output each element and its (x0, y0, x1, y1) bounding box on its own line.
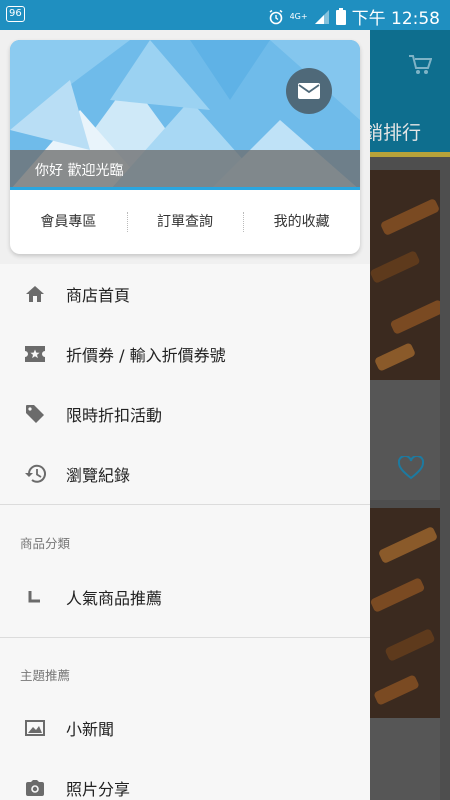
menu-item-label: 小新聞 (66, 720, 115, 739)
home-icon (24, 283, 46, 305)
notification-badge: 96 (6, 6, 25, 22)
cart-icon (408, 54, 433, 80)
background-ranking-tab: 銷排行 (370, 122, 422, 144)
background-app: 銷排行 (370, 30, 450, 800)
quick-links: 會員專區 訂單查詢 我的收藏 (10, 190, 360, 254)
image-icon (24, 717, 46, 739)
history-icon (24, 463, 46, 485)
section-title-categories: 商品分類 (20, 536, 71, 551)
clock-text: 下午 12:58 (351, 9, 440, 29)
menu-item-label: 折價券 / 輸入折價券號 (66, 346, 226, 365)
mail-icon (298, 83, 320, 99)
menu-item-photo-share[interactable]: 照片分享 (0, 758, 370, 800)
menu-item-popular-products[interactable]: 人氣商品推薦 (0, 567, 370, 627)
menu-item-label: 人氣商品推薦 (66, 589, 163, 608)
favorites-link[interactable]: 我的收藏 (243, 190, 360, 254)
drawer-header-area: 你好 歡迎光臨 會員專區 訂單查詢 我的收藏 (0, 30, 370, 264)
menu-item-label: 限時折扣活動 (66, 406, 163, 425)
background-toolbar: 銷排行 (370, 30, 450, 154)
menu-item-label: 商店首頁 (66, 286, 131, 305)
background-tab-indicator (370, 152, 450, 157)
background-food-photo (370, 508, 440, 718)
camera-icon (24, 777, 46, 799)
network-label: 4G+ (289, 11, 308, 21)
background-food-photo (370, 170, 440, 380)
greeting-text: 你好 歡迎光臨 (35, 163, 124, 179)
signal-icon (314, 9, 330, 25)
menu-item-label: 瀏覽紀錄 (66, 466, 131, 485)
menu-item-store-home[interactable]: 商店首頁 (0, 264, 370, 324)
menu-item-flash-sale[interactable]: 限時折扣活動 (0, 384, 370, 444)
subcategory-icon (24, 586, 46, 608)
header-banner: 你好 歡迎光臨 (10, 40, 360, 190)
menu-item-news[interactable]: 小新聞 (0, 698, 370, 758)
heart-icon (397, 454, 425, 484)
navigation-drawer: 你好 歡迎光臨 會員專區 訂單查詢 我的收藏 商店首頁 折價券 / 輸入折價券號… (0, 30, 370, 800)
order-lookup-link[interactable]: 訂單查詢 (126, 190, 244, 254)
profile-card: 你好 歡迎光臨 會員專區 訂單查詢 我的收藏 (10, 40, 360, 254)
section-title-topics: 主題推薦 (20, 668, 71, 683)
member-area-link[interactable]: 會員專區 (10, 190, 127, 254)
drawer-menu: 商店首頁 折價券 / 輸入折價券號 限時折扣活動 瀏覽紀錄 商品分類 人氣商品推… (0, 264, 370, 800)
coupon-icon (24, 343, 46, 365)
alarm-icon (268, 9, 284, 25)
status-bar: 96 4G+ 下午 12:58 (0, 0, 450, 30)
menu-item-history[interactable]: 瀏覽紀錄 (0, 444, 370, 504)
status-icons: 4G+ 下午 12:58 (268, 4, 440, 29)
tag-icon (24, 403, 46, 425)
menu-item-label: 照片分享 (66, 780, 131, 799)
menu-item-coupons[interactable]: 折價券 / 輸入折價券號 (0, 324, 370, 384)
battery-icon (335, 8, 346, 25)
mail-button[interactable] (286, 68, 332, 114)
